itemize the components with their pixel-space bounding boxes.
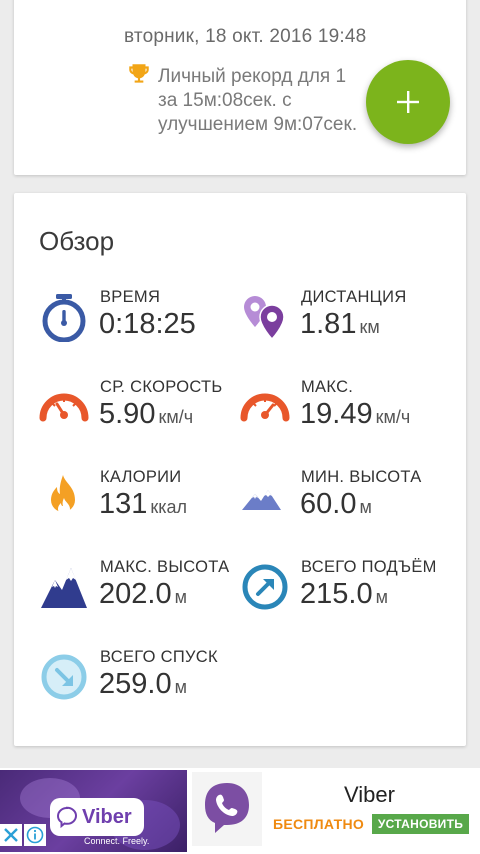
stat-label: СР. СКОРОСТЬ — [100, 378, 223, 396]
stat-unit: м — [359, 497, 372, 517]
stat-distance[interactable]: ДИСТАНЦИЯ 1.81 км — [240, 286, 450, 356]
overview-card: Обзор ВРЕМЯ 0:18:25 ДИСТАНЦИЯ 1.81 км СР… — [14, 193, 466, 746]
stat-label: МАКС. — [301, 378, 354, 396]
stat-value: 215.0 — [300, 578, 373, 610]
stat-label: МИН. ВЫСОТА — [301, 468, 422, 486]
stat-unit: м — [375, 587, 388, 607]
plus-icon — [397, 91, 419, 113]
stat-value: 60.0 — [300, 488, 357, 520]
info-icon — [26, 826, 44, 844]
stat-value: 1.81 — [300, 308, 357, 340]
stat-label: ВРЕМЯ — [100, 288, 161, 306]
viber-app-icon[interactable] — [192, 772, 262, 846]
stat-avg-speed[interactable]: СР. СКОРОСТЬ 5.90 км/ч — [39, 376, 249, 446]
stat-label: ВСЕГО ПОДЪЁМ — [301, 558, 437, 576]
viber-logo: Viber — [50, 798, 144, 836]
speedometer-icon — [39, 393, 89, 422]
stat-unit: км/ч — [375, 407, 411, 427]
ad-price-label: БЕСПЛАТНО — [273, 816, 365, 832]
banner-tagline: Connect. Freely. — [84, 836, 150, 846]
record-line-1: Личный рекорд для 1 — [158, 66, 347, 87]
stat-unit: ккал — [150, 497, 188, 517]
stat-max-altitude[interactable]: МАКС. ВЫСОТА 202.0 м — [39, 556, 249, 626]
stat-total-descent[interactable]: ВСЕГО СПУСК 259.0 м — [39, 646, 249, 716]
phone-bubble-icon — [56, 806, 77, 828]
install-button[interactable]: УСТАНОВИТЬ — [372, 814, 469, 834]
trophy-icon — [129, 64, 149, 83]
stat-time[interactable]: ВРЕМЯ 0:18:25 — [39, 286, 249, 356]
stat-label: КАЛОРИИ — [100, 468, 182, 486]
close-icon — [4, 828, 18, 842]
ad-bar[interactable]: Viber Connect. Freely. Viber БЕСПЛАТНО У… — [0, 768, 480, 854]
stat-unit: км/ч — [158, 407, 194, 427]
ad-close-button[interactable] — [0, 824, 22, 846]
ad-info-button[interactable] — [24, 824, 46, 846]
flame-icon — [51, 475, 75, 515]
mountain-low-icon — [242, 490, 281, 510]
stat-unit: км — [359, 317, 380, 337]
stat-value: 259.0 — [99, 668, 172, 700]
ascent-arrow-icon — [242, 564, 288, 610]
mountain-high-icon — [41, 568, 87, 608]
stat-label: ДИСТАНЦИЯ — [301, 288, 407, 306]
overview-title: Обзор — [39, 226, 115, 256]
personal-record-text: Личный рекорд для 1 за 15м:08сек. с улуч… — [158, 65, 398, 137]
stat-label: ВСЕГО СПУСК — [100, 648, 218, 666]
activity-date: вторник, 18 окт. 2016 19:48 — [124, 26, 367, 47]
descent-arrow-icon — [41, 654, 87, 700]
stat-value: 5.90 — [99, 398, 156, 430]
map-pins-icon — [244, 296, 285, 341]
banner-logo-text: Viber — [82, 805, 132, 828]
stat-total-ascent[interactable]: ВСЕГО ПОДЪЁМ 215.0 м — [240, 556, 450, 626]
stat-max-speed[interactable]: МАКС. 19.49 км/ч — [240, 376, 450, 446]
stat-value: 19.49 — [300, 398, 373, 430]
stat-value: 0:18:25 — [99, 308, 196, 340]
stopwatch-icon — [42, 294, 86, 342]
add-fab-button[interactable] — [366, 60, 450, 144]
ad-app-name: Viber — [344, 782, 395, 807]
viber-logo-icon — [205, 783, 249, 833]
stat-label: МАКС. ВЫСОТА — [100, 558, 230, 576]
speedometer-max-icon — [240, 393, 290, 422]
record-line-2: за 15м:08сек. с — [158, 90, 292, 111]
record-line-3: улучшением 9м:07сек. — [158, 114, 358, 135]
stat-min-altitude[interactable]: МИН. ВЫСОТА 60.0 м — [240, 466, 450, 536]
stat-calories[interactable]: КАЛОРИИ 131 ккал — [39, 466, 249, 536]
stat-value: 202.0 — [99, 578, 172, 610]
stat-unit: м — [174, 677, 187, 697]
stat-unit: м — [174, 587, 187, 607]
stat-value: 131 — [99, 488, 148, 520]
